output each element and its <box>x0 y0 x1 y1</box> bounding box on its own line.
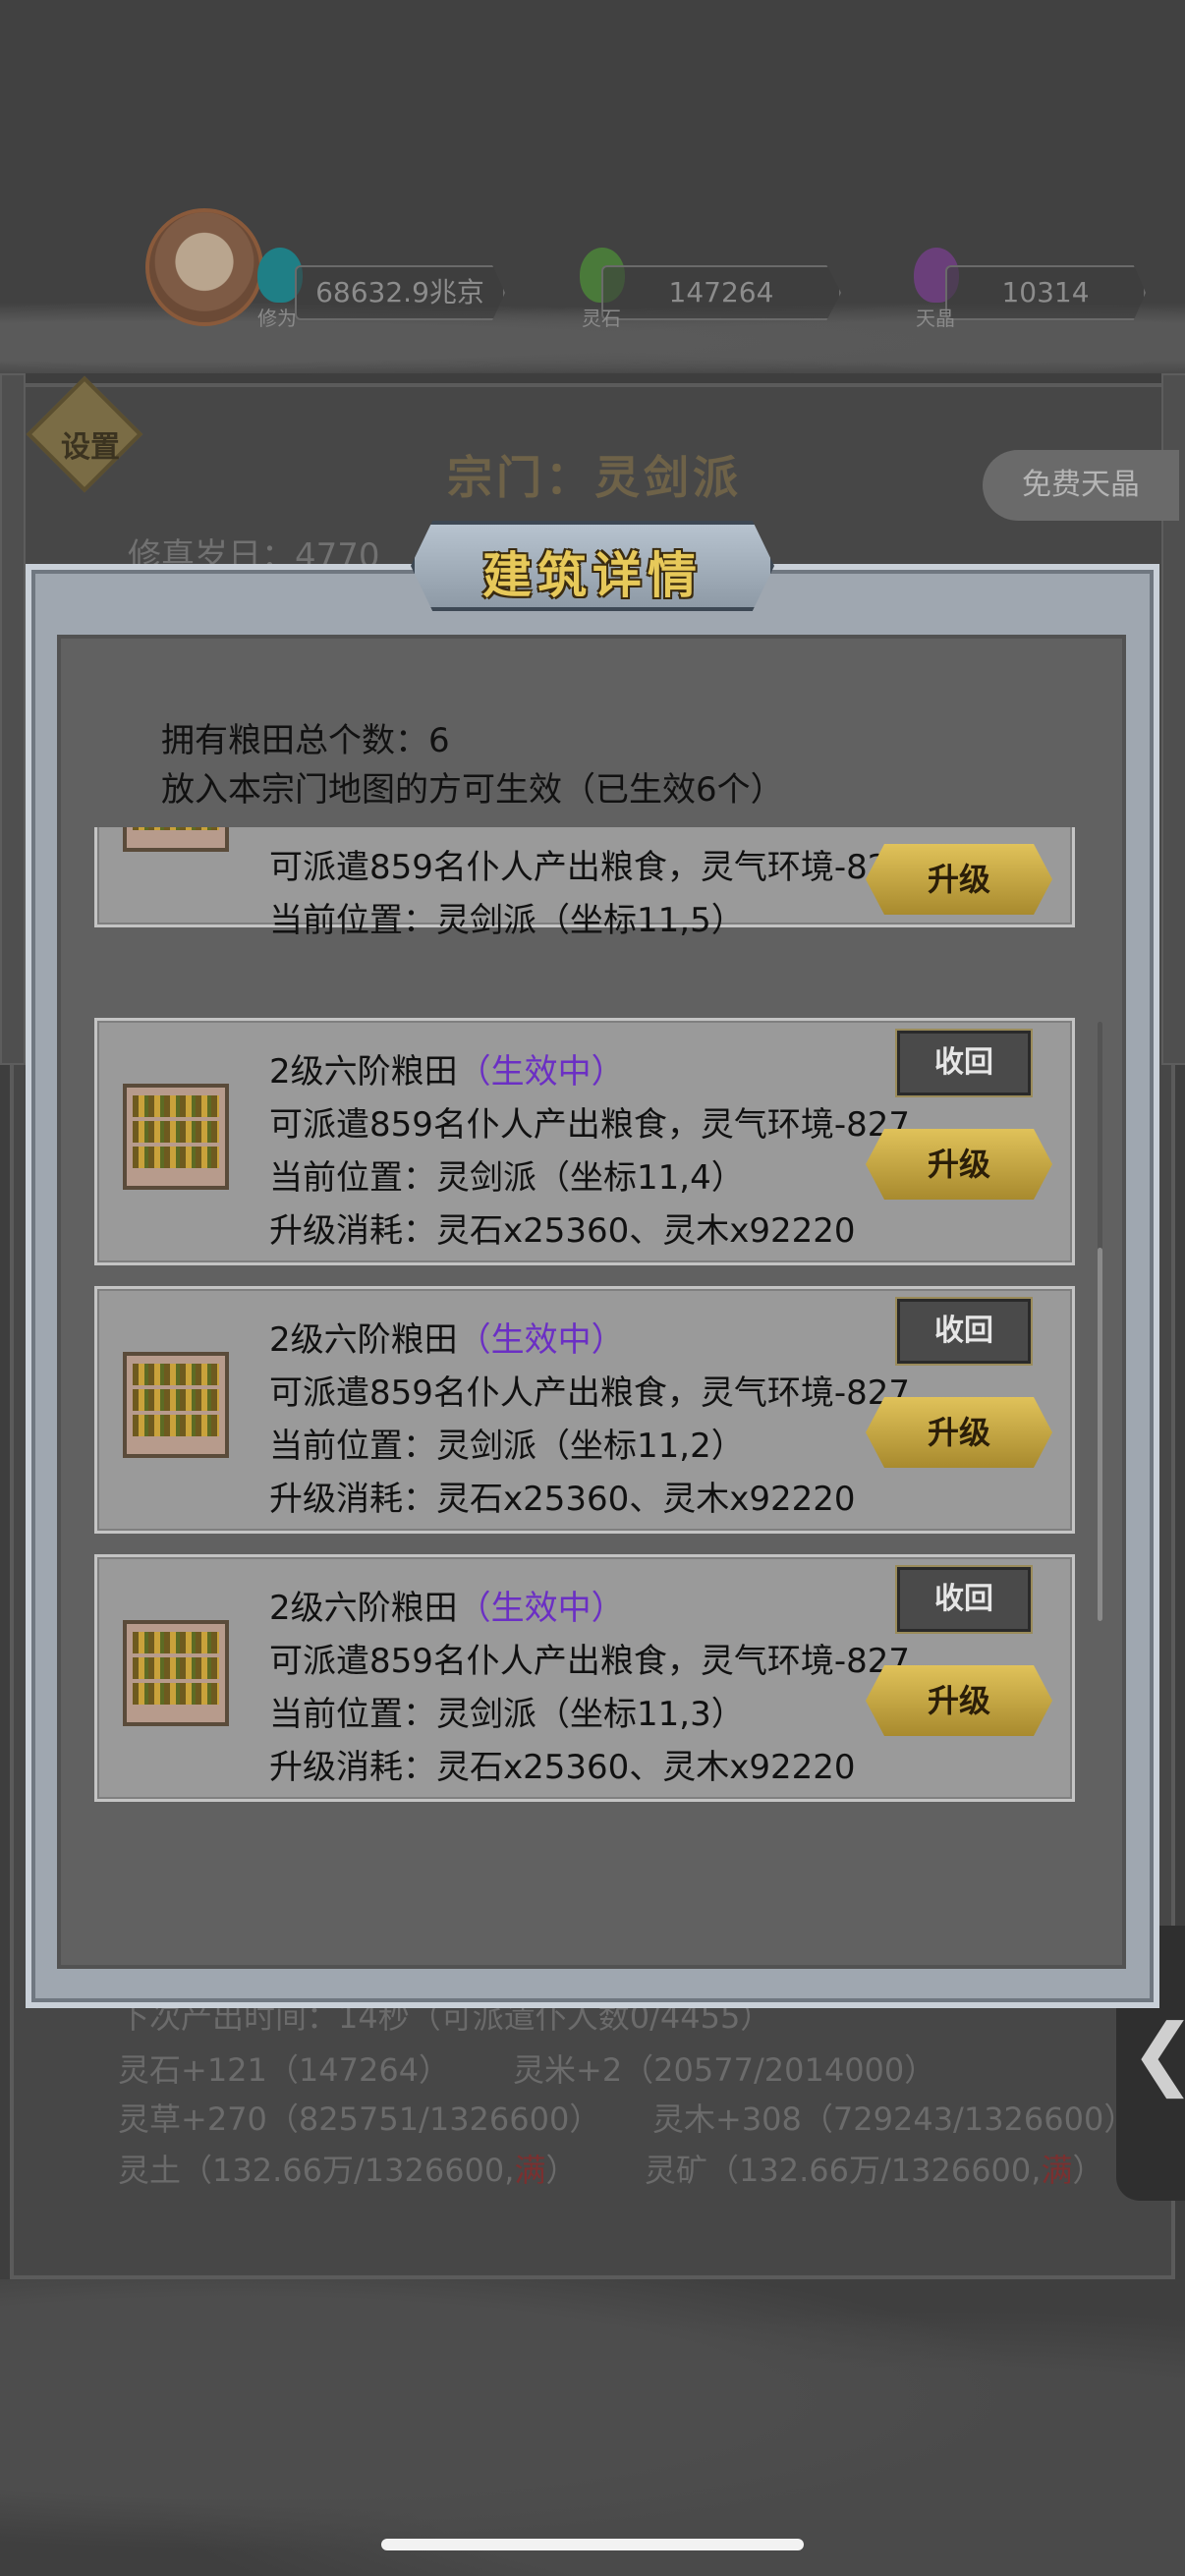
effective-note: 放入本宗门地图的方可生效（已生效6个） <box>161 770 784 810</box>
stat-spirit-soil: 灵土（132.66万/1326600,满） <box>118 2152 578 2189</box>
field-position: 当前位置：灵剑派（坐标11,4） <box>269 1158 745 1198</box>
field-position: 当前位置：灵剑派（坐标11,5） <box>269 901 745 940</box>
field-card: 2级六阶粮田（生效中） 可派遣859名仆人产出粮食，灵气环境-827 当前位置：… <box>94 1286 1075 1534</box>
field-position: 当前位置：灵剑派（坐标11,3） <box>269 1695 745 1734</box>
sect-title: 宗门：灵剑派 <box>447 451 742 504</box>
field-card: 2级六阶粮田（生效中） 可派遣859名仆人产出粮食，灵气环境-827 当前位置：… <box>94 1018 1075 1265</box>
field-upgrade-cost: 升级消耗：灵石x25360、灵木x92220 <box>269 1480 856 1519</box>
field-title: 2级六阶粮田（生效中） <box>269 1320 625 1360</box>
left-pillar <box>0 373 26 1065</box>
home-indicator[interactable] <box>381 2539 804 2550</box>
field-status: （生效中） <box>457 1052 625 1092</box>
recall-button[interactable]: 收回 <box>895 1029 1033 1097</box>
recall-button[interactable]: 收回 <box>895 1565 1033 1634</box>
rice-field-thumbnail <box>123 1084 229 1190</box>
bottom-clouds <box>0 2279 1185 2576</box>
cultivation-value: 68632.9兆京 <box>295 265 505 320</box>
sky-crystal-caption: 天晶 <box>916 307 955 330</box>
cultivation-caption: 修为 <box>257 307 297 330</box>
sky-crystal-value: 10314 <box>945 265 1146 320</box>
player-avatar[interactable] <box>145 208 263 326</box>
field-upgrade-cost: 升级消耗：灵石x25360、灵木x92220 <box>269 1211 856 1251</box>
field-dispatch-info: 可派遣859名仆人产出粮食，灵气环境-827 <box>269 1105 911 1145</box>
field-dispatch-info: 可派遣859名仆人产出粮食，灵气环境-827 <box>269 1373 911 1413</box>
settings-label: 设置 <box>61 430 120 465</box>
field-title: 2级六阶粮田（生效中） <box>269 1589 625 1628</box>
field-card: 2级六阶粮田（生效中） 可派遣859名仆人产出粮食，灵气环境-827 当前位置：… <box>94 1554 1075 1802</box>
field-position: 当前位置：灵剑派（坐标11,2） <box>269 1427 745 1466</box>
spirit-stone-value: 147264 <box>601 265 841 320</box>
field-status: （生效中） <box>457 1589 625 1628</box>
field-title: 2级六阶粮田（生效中） <box>269 1052 625 1092</box>
stat-spirit-ore: 灵矿（132.66万/1326600,满） <box>645 2152 1104 2189</box>
recall-button[interactable]: 收回 <box>895 1297 1033 1366</box>
stat-spirit-herb: 灵草+270（825751/1326600） <box>118 2100 601 2138</box>
field-status: （生效中） <box>457 1320 625 1360</box>
field-upgrade-cost: 升级消耗：灵石x25360、灵木x92220 <box>269 1748 856 1787</box>
chevron-left-icon[interactable]: ❮ <box>1130 2014 1185 2093</box>
stat-spirit-stone: 灵石+121（147264） <box>118 2051 451 2089</box>
free-crystal-button[interactable]: 免费天晶 <box>983 450 1179 521</box>
stat-spirit-wood: 灵木+308（729243/1326600） <box>652 2100 1136 2138</box>
scrollbar-thumb[interactable] <box>1098 1248 1102 1621</box>
stat-spirit-rice: 灵米+2（20577/2014000） <box>513 2051 936 2089</box>
total-fields-count: 拥有粮田总个数：6 <box>161 721 450 760</box>
rice-field-thumbnail <box>123 827 229 852</box>
upgrade-button[interactable]: 升级 <box>866 1397 1052 1468</box>
rice-field-thumbnail <box>123 1620 229 1726</box>
field-dispatch-info: 可派遣859名仆人产出粮食，灵气环境-827 <box>269 1642 911 1681</box>
rice-field-thumbnail <box>123 1352 229 1458</box>
modal-title: 建筑详情 <box>482 547 703 604</box>
upgrade-button[interactable]: 升级 <box>866 1665 1052 1736</box>
spirit-stone-caption: 灵石 <box>582 307 621 330</box>
field-dispatch-info: 可派遣859名仆人产出粮食，灵气环境-827 <box>269 848 911 887</box>
field-card: 可派遣859名仆人产出粮食，灵气环境-827 当前位置：灵剑派（坐标11,5） … <box>94 827 1075 940</box>
field-list[interactable]: 可派遣859名仆人产出粮食，灵气环境-827 当前位置：灵剑派（坐标11,5） … <box>94 827 1087 1810</box>
upgrade-button[interactable]: 升级 <box>866 1129 1052 1200</box>
upgrade-button[interactable]: 升级 <box>866 844 1052 915</box>
